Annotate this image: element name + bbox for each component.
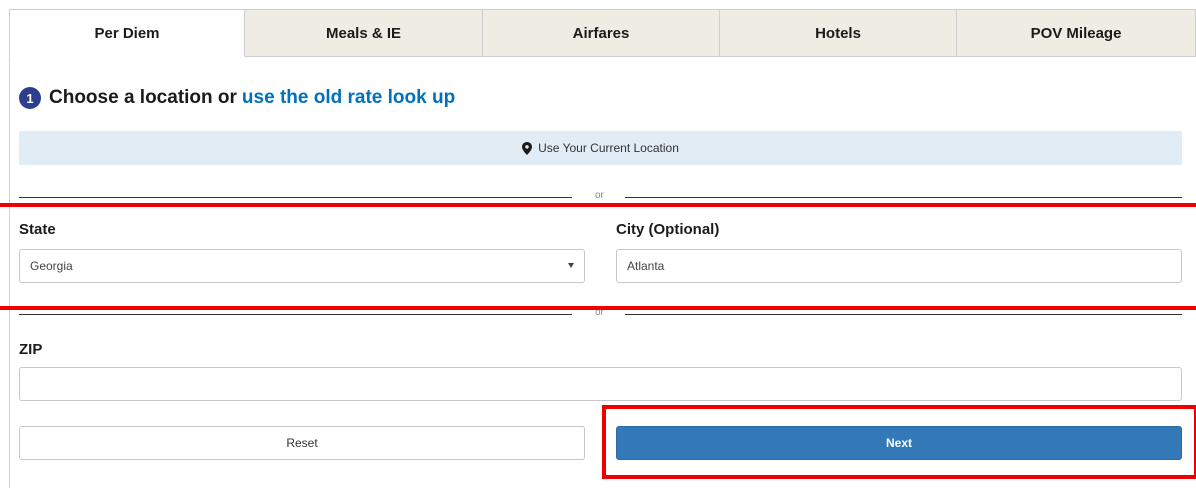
or-text: or	[595, 190, 604, 201]
old-rate-lookup-link[interactable]: use the old rate look up	[242, 87, 455, 109]
tab-airfares[interactable]: Airfares	[483, 9, 720, 57]
or-divider: or	[19, 190, 1182, 204]
divider-line	[19, 314, 572, 315]
chevron-down-icon	[568, 263, 574, 268]
tab-pov-mileage[interactable]: POV Mileage	[957, 9, 1196, 57]
zip-input[interactable]	[19, 367, 1182, 401]
tab-bar: Per Diem Meals & IE Airfares Hotels POV …	[9, 9, 1196, 57]
use-current-location-label: Use Your Current Location	[538, 141, 679, 155]
city-input-value: Atlanta	[627, 259, 665, 273]
zip-label: ZIP	[19, 341, 43, 358]
divider-line	[19, 197, 572, 198]
map-pin-icon	[522, 141, 533, 155]
city-label: City (Optional)	[616, 221, 720, 238]
reset-button[interactable]: Reset	[19, 426, 585, 460]
or-text: or	[595, 307, 604, 318]
tab-hotels[interactable]: Hotels	[720, 9, 957, 57]
divider-line	[625, 314, 1182, 315]
divider-line	[625, 197, 1182, 198]
step-heading: 1 Choose a location or use the old rate …	[19, 86, 455, 110]
or-divider: or	[19, 307, 1182, 321]
next-button[interactable]: Next	[616, 426, 1182, 460]
tab-meals-ie[interactable]: Meals & IE	[245, 9, 483, 57]
city-input[interactable]: Atlanta	[616, 249, 1182, 283]
step-number-badge: 1	[19, 87, 41, 109]
state-label: State	[19, 221, 56, 238]
state-select[interactable]: Georgia	[19, 249, 585, 283]
step-title: Choose a location or	[49, 87, 237, 108]
use-current-location-button[interactable]: Use Your Current Location	[19, 131, 1182, 165]
tab-per-diem[interactable]: Per Diem	[9, 9, 245, 57]
state-select-value: Georgia	[30, 259, 73, 273]
